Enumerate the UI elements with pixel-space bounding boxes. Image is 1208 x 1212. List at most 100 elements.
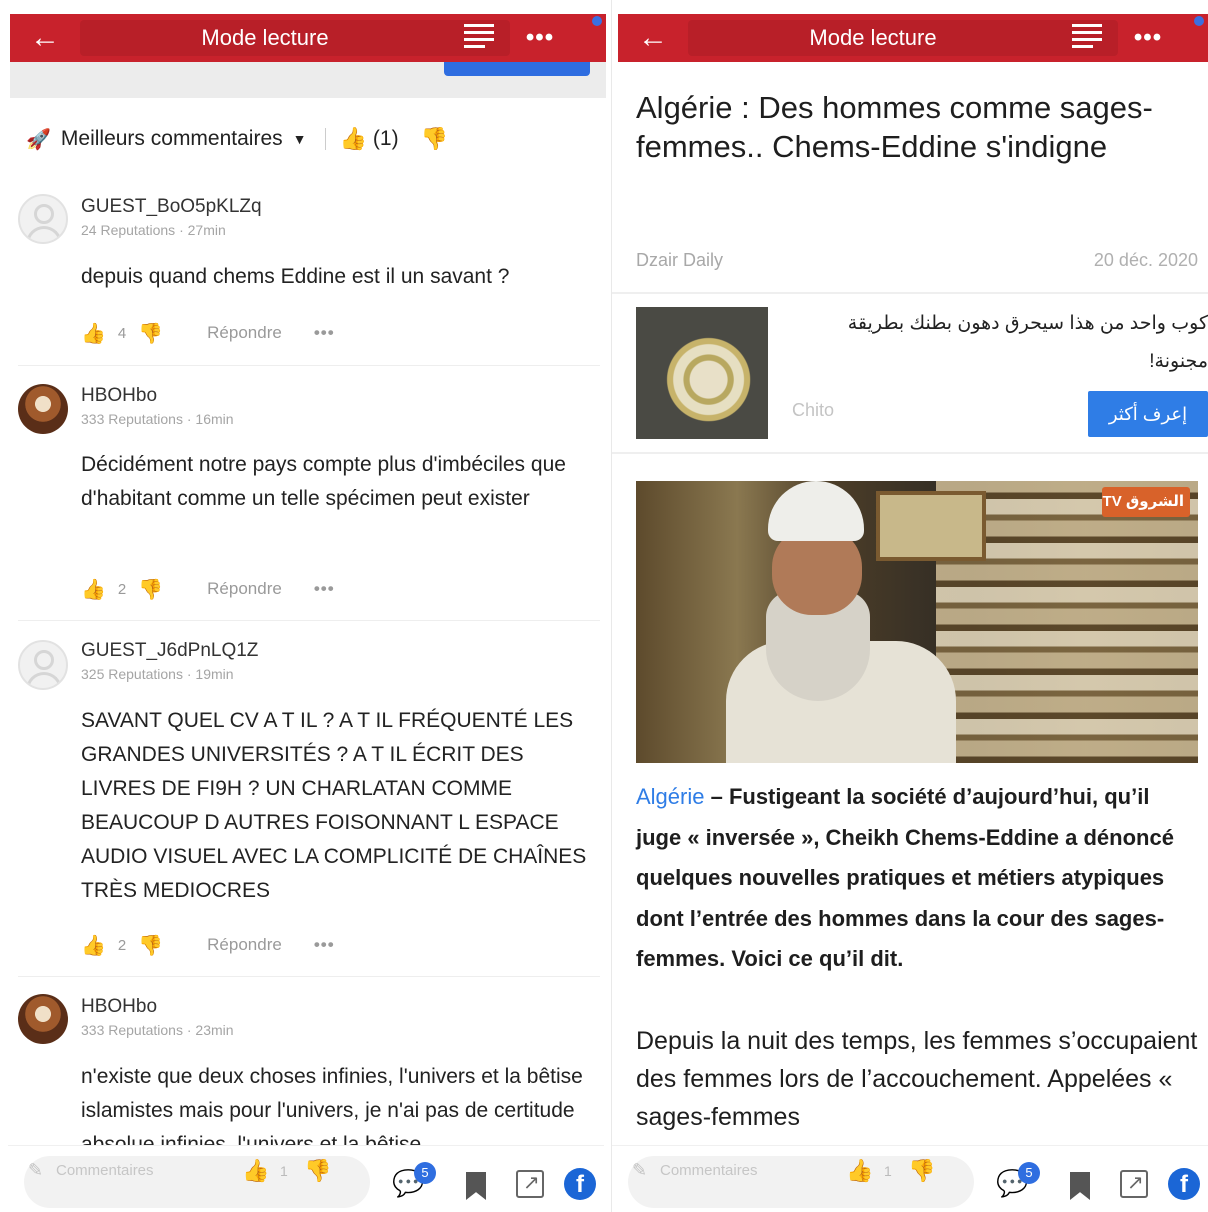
- dislike-icon[interactable]: 👎: [138, 577, 163, 602]
- divider: [612, 292, 1208, 294]
- like-count: 2: [117, 936, 127, 954]
- article-body: Depuis la nuit des temps, les femmes s’o…: [636, 1027, 1198, 1131]
- comment-text: SAVANT QUEL CV A T IL ? A T IL FRÉQUENTÉ…: [81, 709, 587, 902]
- comment-actions: 👍 2 👎 Répondre •••: [81, 930, 335, 960]
- like-icon[interactable]: 👍: [81, 933, 106, 958]
- avatar[interactable]: [18, 640, 68, 690]
- more-icon[interactable]: •••: [314, 579, 335, 599]
- comment-text: n'existe que deux choses infinies, l'uni…: [81, 1065, 583, 1145]
- ad-image[interactable]: [636, 307, 768, 439]
- person-figure: [726, 481, 956, 763]
- arrow-left-icon: ←: [638, 21, 668, 54]
- comment-username[interactable]: HBOHbo: [81, 996, 157, 1018]
- thumbs-down-icon[interactable]: 👎: [421, 126, 448, 152]
- article-image[interactable]: الشروق TV: [636, 481, 1198, 763]
- comment-count-badge: 5: [414, 1162, 436, 1184]
- ad-brand: Chito: [792, 400, 835, 420]
- share-icon[interactable]: [516, 1170, 544, 1198]
- reading-mode-title-box: Mode lecture: [688, 20, 1118, 56]
- notification-dot: [592, 16, 602, 26]
- like-count: 4: [117, 324, 127, 342]
- more-icon[interactable]: •••: [314, 323, 335, 343]
- facebook-icon[interactable]: f: [564, 1168, 596, 1200]
- sort-bar: 🚀 Meilleurs commentaires ▼ 👍 (1) 👎: [26, 122, 448, 156]
- bookmark-icon[interactable]: [466, 1172, 486, 1200]
- divider: [612, 452, 1208, 454]
- notification-dot: [1194, 16, 1204, 26]
- rocket-icon: 🚀: [26, 128, 51, 151]
- pencil-icon: ✎: [28, 1160, 44, 1180]
- like-count: 1: [884, 1163, 892, 1179]
- avatar[interactable]: [18, 994, 68, 1044]
- comment-count-badge: 5: [1018, 1162, 1040, 1184]
- like-icon[interactable]: 👍: [846, 1158, 873, 1184]
- divider: [18, 365, 600, 366]
- article-title: Algérie : Des hommes comme sages-femmes.…: [636, 90, 1153, 164]
- pencil-icon: ✎: [632, 1160, 648, 1180]
- like-icon[interactable]: 👍: [81, 577, 106, 602]
- article-lead-text: – Fustigeant la société d’aujourd’hui, q…: [636, 784, 1174, 972]
- article-panel: ← Mode lecture ••• Algérie : Des hommes …: [612, 0, 1208, 1212]
- comment-actions: 👍 2 👎 Répondre •••: [81, 574, 335, 604]
- like-icon[interactable]: 👍: [242, 1158, 269, 1184]
- article-like-count: (1): [372, 127, 399, 150]
- bookmark-icon[interactable]: [1070, 1172, 1090, 1200]
- comment-text: depuis quand chems Eddine est il un sava…: [81, 265, 510, 288]
- article-source[interactable]: Dzair Daily: [636, 250, 723, 271]
- thumbs-up-icon[interactable]: 👍: [340, 126, 367, 152]
- bottom-bar: ✎ Commentaires 👍 1 👎 💬 5 f: [8, 1145, 604, 1212]
- divider: [324, 128, 326, 150]
- article-date: 20 déc. 2020: [1093, 250, 1198, 270]
- dislike-icon[interactable]: 👎: [138, 933, 163, 958]
- reply-button[interactable]: Répondre: [207, 935, 282, 955]
- avatar[interactable]: [18, 194, 68, 244]
- reply-button[interactable]: Répondre: [207, 323, 282, 343]
- reply-button[interactable]: Répondre: [207, 579, 282, 599]
- comment-username[interactable]: GUEST_J6dPnLQ1Z: [81, 640, 258, 662]
- chevron-down-icon[interactable]: ▼: [293, 131, 307, 147]
- bottom-bar: ✎ Commentaires 👍 1 👎 💬 5 f: [612, 1145, 1208, 1212]
- comment-username[interactable]: HBOHbo: [81, 385, 157, 407]
- comment-text: Décidément notre pays compte plus d'imbé…: [81, 453, 566, 510]
- sort-label[interactable]: Meilleurs commentaires: [61, 127, 283, 151]
- page-title: Mode lecture: [809, 25, 937, 50]
- dislike-icon[interactable]: 👎: [138, 321, 163, 346]
- back-button[interactable]: ←: [618, 14, 688, 62]
- avatar[interactable]: [18, 384, 68, 434]
- comment-placeholder: Commentaires: [660, 1162, 758, 1179]
- like-count: 1: [280, 1163, 288, 1179]
- channel-logo: الشروق TV: [1102, 487, 1190, 517]
- share-icon[interactable]: [1120, 1170, 1148, 1198]
- divider: [18, 620, 600, 621]
- comment-meta: 325 Reputations · 19min: [81, 666, 234, 682]
- dislike-icon[interactable]: 👎: [908, 1158, 935, 1184]
- top-bar: ← Mode lecture •••: [10, 14, 606, 62]
- comment-username[interactable]: GUEST_BoO5pKLZq: [81, 196, 262, 218]
- comment-meta: 333 Reputations · 23min: [81, 1022, 234, 1038]
- top-bar: ← Mode lecture •••: [618, 14, 1208, 62]
- page-title: Mode lecture: [201, 25, 329, 50]
- blue-button-edge[interactable]: [444, 62, 590, 76]
- comments-panel: ← Mode lecture ••• 🚀 Meilleurs commentai…: [0, 0, 612, 1212]
- comment-placeholder: Commentaires: [56, 1162, 154, 1179]
- more-icon[interactable]: •••: [314, 935, 335, 955]
- list-icon[interactable]: [464, 24, 494, 50]
- divider: [18, 976, 600, 977]
- article-lead: Algérie – Fustigeant la société d’aujour…: [636, 777, 1196, 980]
- comment-meta: 333 Reputations · 16min: [81, 411, 234, 427]
- comment-item: HBOHbo 333 Reputations · 23min n'existe …: [0, 992, 612, 1145]
- like-count: 2: [117, 580, 127, 598]
- list-icon[interactable]: [1072, 24, 1102, 50]
- comment-actions: 👍 4 👎 Répondre •••: [81, 318, 335, 348]
- ad-text[interactable]: كوب واحد من هذا سيحرق دهون بطنك بطريقة م…: [808, 305, 1208, 381]
- article-tag-link[interactable]: Algérie: [636, 784, 704, 809]
- ad-cta-button[interactable]: إعرف أكثر: [1088, 391, 1208, 437]
- more-button[interactable]: •••: [510, 14, 570, 62]
- facebook-icon[interactable]: f: [1168, 1168, 1200, 1200]
- more-button[interactable]: •••: [1118, 14, 1178, 62]
- comment-meta: 24 Reputations · 27min: [81, 222, 226, 238]
- back-button[interactable]: ←: [10, 14, 80, 62]
- dislike-icon[interactable]: 👎: [304, 1158, 331, 1184]
- like-icon[interactable]: 👍: [81, 321, 106, 346]
- reading-mode-title-box: Mode lecture: [80, 20, 510, 56]
